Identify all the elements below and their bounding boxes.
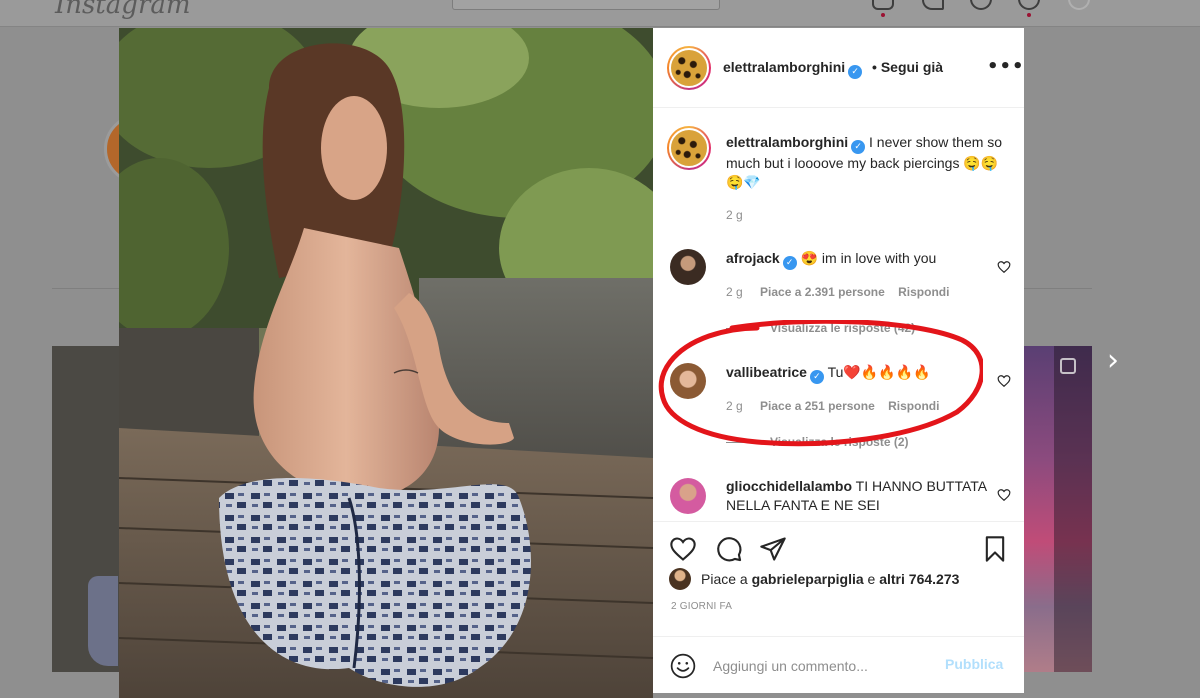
commenter-avatar[interactable] — [670, 478, 706, 514]
comment-text: afrojack ✓ 😍 im in love with you — [726, 249, 1011, 270]
author-username[interactable]: elettralamborghini — [723, 59, 845, 75]
bookmark-icon[interactable] — [981, 535, 1009, 563]
post-actions: Piace a gabrieleparpiglia e altri 764.27… — [653, 521, 1024, 693]
heart-icon[interactable] — [997, 488, 1011, 502]
red-highlight-circle — [658, 320, 983, 447]
follow-state-button[interactable]: • Segui già — [872, 59, 943, 75]
reply-button[interactable]: Rispondi — [898, 285, 949, 299]
heart-icon[interactable] — [669, 535, 697, 563]
direct-nav-icon — [922, 0, 944, 10]
add-comment-input[interactable] — [713, 656, 933, 676]
post-header: elettralamborghini ✓ • Segui già ••• — [653, 28, 1024, 108]
post-photo-illustration — [119, 28, 653, 698]
verified-badge-icon: ✓ — [782, 256, 797, 270]
commenter-avatar[interactable] — [670, 363, 706, 399]
likes-summary: Piace a gabrieleparpiglia e altri 764.27… — [669, 568, 959, 590]
author-avatar-image — [669, 48, 709, 88]
comment-meta: 2 g Piace a 251 persone Rispondi — [726, 399, 939, 413]
author-avatar[interactable] — [667, 46, 711, 90]
comment-username[interactable]: afrojack — [726, 250, 780, 266]
likes-others[interactable]: altri 764.273 — [879, 571, 959, 587]
activity-dot — [1027, 13, 1031, 17]
caption-avatar[interactable] — [667, 126, 711, 170]
liker-username[interactable]: gabrieleparpiglia — [752, 571, 864, 587]
chevron-right-icon[interactable]: › — [1100, 344, 1126, 378]
verified-badge-icon: ✓ — [848, 65, 863, 79]
comments-list[interactable]: elettralamborghini ✓ I never show them so… — [653, 108, 1024, 521]
background-grid-tile — [1024, 346, 1092, 672]
profile-nav-icon — [1068, 0, 1090, 10]
more-options-icon[interactable]: ••• — [987, 56, 1025, 77]
post-image[interactable] — [119, 28, 653, 698]
comment-time[interactable]: 2 g — [726, 285, 743, 299]
add-comment-bar: Pubblica — [653, 636, 1024, 694]
post-timestamp[interactable]: 2 GIORNI FA — [671, 601, 732, 612]
commenter-avatar[interactable] — [670, 249, 706, 285]
heart-icon[interactable] — [997, 260, 1011, 274]
comment-username[interactable]: gliocchidellalambo — [726, 478, 852, 494]
comment-bubble-icon[interactable] — [715, 535, 743, 563]
caption-time[interactable]: 2 g — [726, 208, 743, 222]
comment-likes[interactable]: Piace a 2.391 persone — [760, 285, 885, 299]
paper-plane-icon[interactable] — [759, 535, 787, 563]
background-search-box — [452, 0, 720, 10]
home-nav-icon — [872, 0, 894, 10]
caption-avatar-image — [669, 128, 709, 168]
post-details-panel: elettralamborghini ✓ • Segui già ••• elet… — [653, 28, 1024, 693]
comment-body: 😍 im in love with you — [800, 250, 937, 266]
comment-text: gliocchidellalambo TI HANNO BUTTATA NELL… — [726, 477, 1011, 515]
view-replies-button[interactable]: Visualizza le risposte (2) — [726, 435, 909, 449]
liker-avatar[interactable] — [669, 568, 691, 590]
view-replies-button[interactable]: Visualizza le risposte (42) — [726, 321, 915, 335]
activity-nav-icon — [1018, 0, 1040, 10]
likes-joiner: e — [867, 571, 876, 587]
notification-dot — [881, 13, 885, 17]
comment-username[interactable]: vallibeatrice — [726, 364, 807, 380]
explore-nav-icon — [970, 0, 992, 10]
likes-prefix: Piace a — [701, 571, 748, 587]
carousel-icon — [1060, 358, 1076, 374]
comment-body: Tu❤️🔥🔥🔥🔥 — [827, 364, 931, 380]
background-header: Instagram — [0, 0, 1200, 27]
verified-badge-icon: ✓ — [809, 370, 824, 384]
instagram-logo: Instagram — [55, 0, 191, 20]
comment-text: vallibeatrice ✓ Tu❤️🔥🔥🔥🔥 — [726, 363, 1011, 384]
caption-username[interactable]: elettralamborghini — [726, 134, 848, 150]
emoji-smile-icon[interactable] — [670, 653, 696, 679]
reply-button[interactable]: Rispondi — [888, 399, 939, 413]
caption-text: elettralamborghini ✓ I never show them so… — [726, 133, 1011, 192]
header-user: elettralamborghini ✓ • Segui già — [723, 59, 943, 79]
verified-badge-icon: ✓ — [851, 140, 866, 154]
publish-button[interactable]: Pubblica — [945, 656, 1003, 672]
comment-likes[interactable]: Piace a 251 persone — [760, 399, 875, 413]
comment-meta: 2 g Piace a 2.391 persone Rispondi — [726, 285, 949, 299]
heart-icon[interactable] — [997, 374, 1011, 388]
comment-time[interactable]: 2 g — [726, 399, 743, 413]
background-grid-tile — [52, 346, 120, 672]
